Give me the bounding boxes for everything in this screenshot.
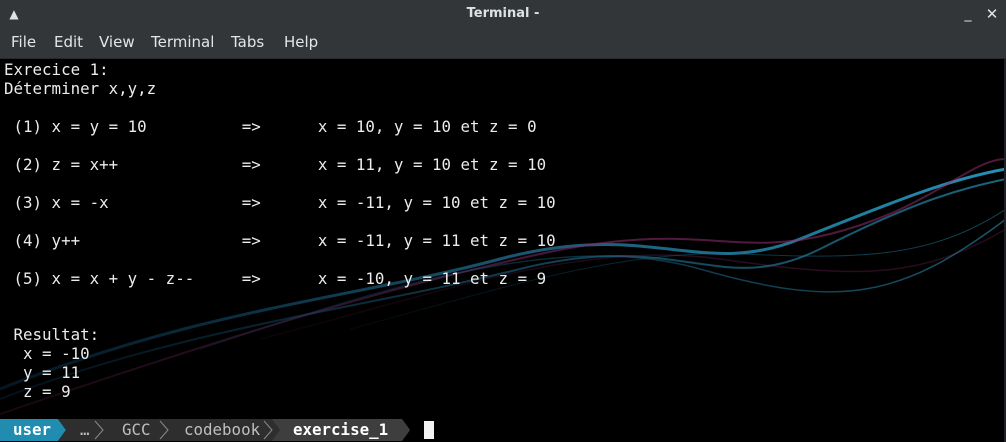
- output-line: Déterminer x,y,z: [4, 79, 157, 98]
- output-line: (5) x = x + y - z-- => x = -10, y = 11 e…: [4, 269, 547, 288]
- text-cursor[interactable]: [424, 421, 434, 439]
- terminal-window: ▲ Terminal - _ ✕ File Edit View Terminal…: [0, 0, 1006, 442]
- prompt-dir-gcc: GCC: [122, 420, 151, 439]
- menu-file[interactable]: File: [11, 32, 36, 52]
- prompt-dir-current: exercise_1: [293, 420, 389, 439]
- terminal-output[interactable]: Exrecice 1: Déterminer x,y,z (1) x = y =…: [0, 59, 1006, 442]
- shell-prompt: user … GCC codebook exercise_1: [0, 419, 1006, 441]
- menu-bar: File Edit View Terminal Tabs Help: [0, 28, 1006, 59]
- prompt-dir-codebook: codebook: [184, 420, 261, 439]
- output-line: (4) y++ => x = -11, y = 11 et z = 10: [4, 231, 556, 250]
- menu-tabs[interactable]: Tabs: [231, 32, 264, 52]
- output-line: (2) z = x++ => x = 11, y = 10 et z = 10: [4, 155, 547, 174]
- output-line: (1) x = y = 10 => x = 10, y = 10 et z = …: [4, 117, 537, 136]
- output-line: y = 11: [4, 363, 81, 382]
- output-line: x = -10: [4, 344, 90, 363]
- output-line: Exrecice 1:: [4, 60, 109, 79]
- menu-edit[interactable]: Edit: [54, 32, 83, 52]
- window-title: Terminal -: [466, 6, 540, 21]
- menu-help[interactable]: Help: [284, 32, 318, 52]
- title-bar[interactable]: ▲ Terminal - _ ✕: [0, 0, 1006, 28]
- output-line: Resultat:: [4, 325, 100, 344]
- minimize-icon[interactable]: _: [960, 6, 976, 22]
- close-icon[interactable]: ✕: [984, 6, 1000, 22]
- menu-view[interactable]: View: [99, 32, 135, 52]
- menu-terminal[interactable]: Terminal: [151, 32, 214, 52]
- output-line: z = 9: [4, 382, 71, 401]
- prompt-ellipsis: …: [80, 420, 90, 439]
- output-line: (3) x = -x => x = -11, y = 10 et z = 10: [4, 193, 556, 212]
- prompt-user: user: [13, 420, 52, 439]
